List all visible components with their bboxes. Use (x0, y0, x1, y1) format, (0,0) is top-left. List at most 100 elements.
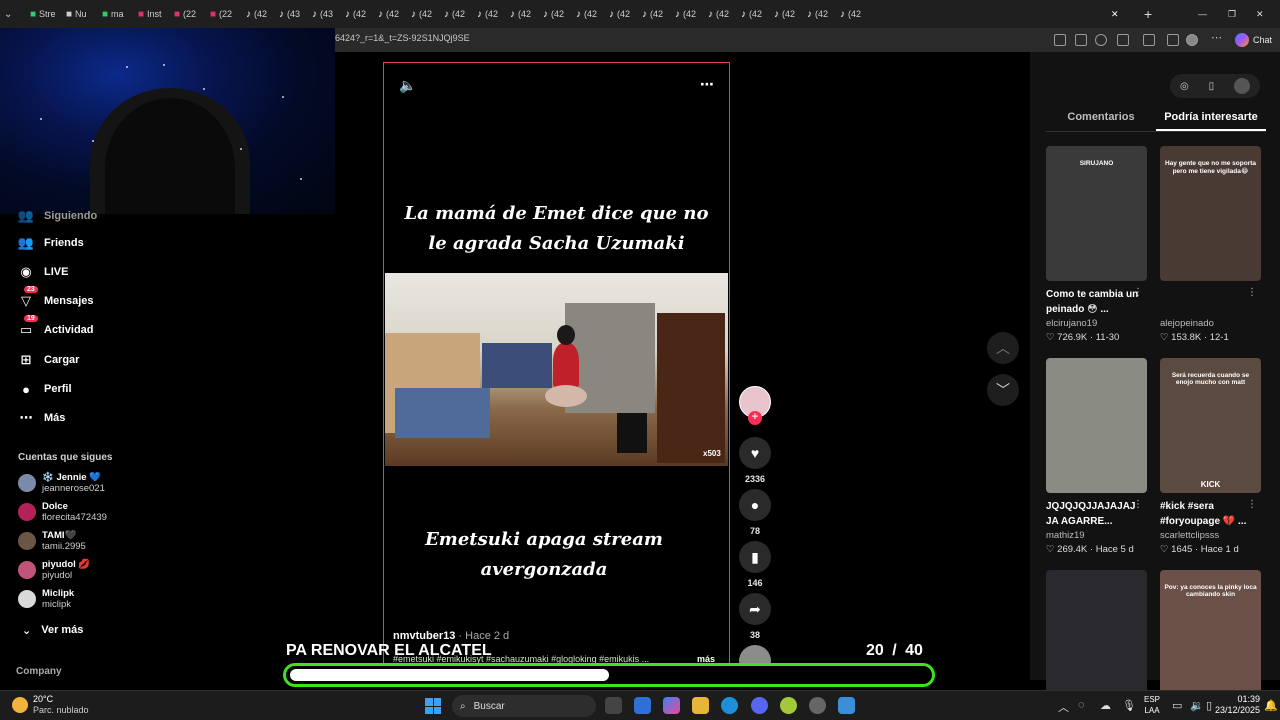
volume-icon[interactable]: 🔈 (399, 77, 416, 94)
suggested-video-card[interactable]: Será recuerda cuando se enojo mucho con … (1160, 358, 1261, 555)
save-button[interactable]: ▮ 146 (738, 541, 772, 588)
browser-tab[interactable]: ♪ (42 (741, 4, 772, 24)
task-view-icon[interactable] (605, 697, 622, 714)
obs-icon[interactable] (809, 697, 826, 714)
card-more-icon[interactable]: ⋮ (1133, 499, 1143, 510)
nav-item-mensajes[interactable]: ▽ 23 Mensajes (18, 286, 94, 309)
nav-item-friends[interactable]: 👥 Friends (18, 235, 84, 251)
taskbar-clock[interactable]: 01:39 23/12/2025 (1215, 694, 1260, 716)
comment-button[interactable]: ● 78 (738, 489, 772, 536)
scan-icon[interactable]: ◎ (1180, 81, 1189, 92)
browser-tab[interactable]: ■ (22 (210, 4, 244, 24)
card-username[interactable]: mathiz19 (1046, 530, 1147, 541)
favorite-star-icon[interactable] (1095, 34, 1107, 46)
card-more-icon[interactable]: ⋮ (1247, 287, 1257, 298)
followed-account[interactable]: TAMI🖤 tamii.2995 (18, 530, 86, 552)
card-title[interactable]: #kick #sera #foryoupage 💔 ... (1160, 499, 1261, 529)
browser-tab[interactable]: ♪ (42 (378, 4, 409, 24)
video-author[interactable]: nmvtuber13 · Hace 2 d (393, 630, 509, 642)
see-more-link[interactable]: ⌄ Ver más (22, 624, 83, 637)
close-tab-button[interactable]: ✕ (1111, 4, 1133, 24)
photos-icon[interactable] (838, 697, 855, 714)
video-thumbnail[interactable]: Hay gente que no me soporta pero me tien… (1160, 146, 1261, 281)
card-title[interactable]: JQJQJQJJAJAJAJ JA AGARRE... (1046, 499, 1147, 529)
favorites-icon[interactable] (1143, 34, 1155, 46)
browser-tab[interactable]: ■ Nu (66, 4, 100, 24)
address-bar[interactable]: 6424?_r=1&_t=ZS-92S1NJQj9SE ⋯ Chat (335, 28, 1280, 52)
followed-account[interactable]: Dolce florecita472439 (18, 501, 107, 523)
browser-tab[interactable]: ■ Inst (138, 4, 172, 24)
browser-tab[interactable]: ♪ (42 (543, 4, 574, 24)
author-handle[interactable]: nmvtuber13 (393, 630, 455, 642)
card-more-icon[interactable]: ⋮ (1133, 287, 1143, 298)
open-app-icon[interactable] (1054, 34, 1066, 46)
new-tab-button[interactable]: + (1144, 4, 1158, 24)
followed-account[interactable]: ❄️ Jennie 💙 jeannerose021 (18, 472, 105, 494)
video-thumbnail[interactable]: SIRUJANO (1046, 146, 1147, 281)
window-close-button[interactable]: ✕ (1256, 4, 1268, 24)
suggested-video-card[interactable]: Pov: ya conoces la pinky loca cambiando … (1160, 570, 1261, 705)
language-indicator[interactable]: ESP LAA (1144, 694, 1160, 716)
tab-list-button[interactable]: ⌄ (4, 4, 20, 24)
share-button[interactable]: ➦ 38 (738, 593, 772, 640)
card-more-icon[interactable]: ⋮ (1247, 499, 1257, 510)
shield-icon[interactable] (1167, 34, 1179, 46)
battery-icon[interactable]: ▯ (1206, 699, 1212, 712)
browser-tab[interactable]: ♪ (42 (807, 4, 838, 24)
copilot-taskbar-icon[interactable] (663, 697, 680, 714)
nav-item-cargar[interactable]: ⊞ Cargar (18, 352, 80, 368)
network-icon[interactable]: ▭ (1172, 699, 1182, 712)
nav-item-siguiendo[interactable]: 👥 Siguiendo (18, 208, 97, 224)
suggested-video-card[interactable]: SIRUJANO Como te cambia un peinado 😳 ... e… (1046, 146, 1147, 343)
file-explorer-icon[interactable] (692, 697, 709, 714)
followed-account[interactable]: piyudol 💋 piyudol (18, 559, 90, 581)
microphone-icon[interactable]: 🎙 (1122, 699, 1136, 712)
browser-tab[interactable]: ♪ (42 (576, 4, 607, 24)
maximize-button[interactable]: ❐ (1228, 4, 1240, 24)
start-button[interactable] (425, 698, 441, 714)
card-username[interactable]: scarlettclipsss (1160, 530, 1261, 541)
tray-overflow-icon[interactable]: ︿ (1058, 699, 1069, 715)
profile-avatar-icon[interactable] (1186, 34, 1198, 46)
previous-video-button[interactable]: ︿ (987, 332, 1019, 364)
browser-tab[interactable]: ♪ (43 (312, 4, 343, 24)
store-icon[interactable] (634, 697, 651, 714)
panel-avatar-icon[interactable] (1234, 78, 1251, 94)
translate-icon[interactable] (1075, 34, 1087, 46)
url-text[interactable]: 6424?_r=1&_t=ZS-92S1NJQj9SE (335, 33, 470, 43)
browser-tab[interactable]: ■ ma (102, 4, 136, 24)
browser-tab[interactable]: ♪ (42 (642, 4, 673, 24)
taskbar-search[interactable]: ⌕ Buscar (452, 695, 596, 717)
browser-tab[interactable]: ♪ (42 (840, 4, 871, 24)
app-icon[interactable] (780, 697, 797, 714)
nav-item-actividad[interactable]: ▭ 19 Actividad (18, 315, 94, 338)
notifications-icon[interactable]: 🔔 (1264, 699, 1278, 712)
browser-tab[interactable]: ♪ (42 (477, 4, 508, 24)
browser-tab[interactable]: ♪ (42 (609, 4, 640, 24)
minimize-button[interactable]: — (1198, 4, 1210, 24)
video-more-options-icon[interactable]: ⋯ (700, 76, 714, 93)
next-video-button[interactable]: ﹀ (987, 374, 1019, 406)
video-thumbnail[interactable]: Pov: ya conoces la pinky loca cambiando … (1160, 570, 1261, 705)
browser-tab[interactable]: ♪ (42 (246, 4, 277, 24)
like-button[interactable]: ♥ 2336 (738, 437, 772, 484)
nav-item-perfil[interactable]: ● Perfil (18, 381, 71, 397)
card-username[interactable]: elcirujano19 (1046, 318, 1147, 329)
company-link[interactable]: Company (16, 666, 62, 677)
onedrive-icon[interactable]: ☁ (1100, 699, 1111, 712)
mobile-icon[interactable]: ▯ (1209, 81, 1215, 92)
browser-tab[interactable]: ♪ (42 (708, 4, 739, 24)
followed-account[interactable]: Miclipk miclipk (18, 588, 74, 610)
weather-widget[interactable]: 20°C Parc. nublado (12, 694, 89, 716)
suggested-video-card[interactable]: Hay gente que no me soporta pero me tien… (1160, 146, 1261, 343)
discord-icon[interactable] (751, 697, 768, 714)
extension-icon[interactable] (1117, 34, 1129, 46)
creator-avatar-button[interactable]: + (738, 386, 772, 425)
video-player[interactable]: 🔈 ⋯ La mamá de Emet dice que no le agrad… (383, 62, 730, 680)
video-thumbnail[interactable]: Será recuerda cuando se enojo mucho con … (1160, 358, 1261, 493)
tab-comments[interactable]: Comentarios (1046, 108, 1156, 131)
more-menu-icon[interactable]: ⋯ (1211, 31, 1223, 44)
nav-item-más[interactable]: ⋯ Más (18, 410, 66, 426)
copilot-chat-button[interactable]: Chat (1234, 31, 1272, 49)
follow-plus-icon[interactable]: + (748, 411, 762, 425)
